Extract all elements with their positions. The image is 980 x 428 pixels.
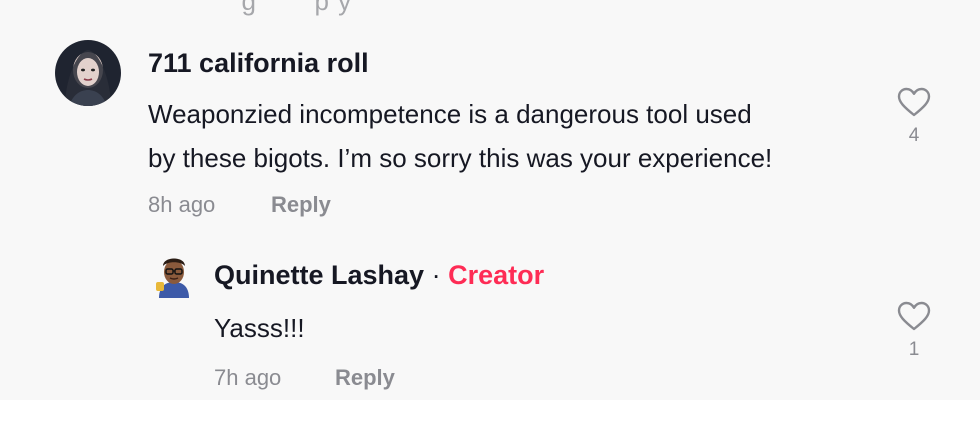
separator-dot: · <box>431 260 441 290</box>
reply-item: Quinette Lashay · Creator Yasss!!! 7h ag… <box>0 240 980 400</box>
like-count: 4 <box>908 125 920 146</box>
comments-panel: g p y 711 california roll Weaponzied inc… <box>0 0 980 400</box>
reply-text: Yasss!!! <box>214 313 305 343</box>
creator-badge: Creator <box>448 260 545 290</box>
like-button[interactable]: 1 <box>894 300 934 361</box>
like-button[interactable]: 4 <box>894 86 934 147</box>
comment-text-line-1: Weaponzied incompetence is a dangerous t… <box>148 99 752 129</box>
creator-avatar[interactable] <box>153 252 195 298</box>
comment-username[interactable]: 711 california roll <box>148 48 369 79</box>
reply-button[interactable]: Reply <box>271 192 331 218</box>
heart-icon <box>896 87 932 122</box>
reply-username[interactable]: Quinette Lashay <box>214 260 424 290</box>
bottom-strip <box>0 400 980 428</box>
user-avatar[interactable] <box>55 40 121 106</box>
reply-timestamp: 7h ago <box>214 365 282 390</box>
heart-icon <box>896 301 932 336</box>
like-count: 1 <box>908 339 920 360</box>
comment-text-line-2: by these bigots. I’m so sorry this was y… <box>148 143 773 173</box>
reply-username-row: Quinette Lashay · Creator <box>214 260 544 291</box>
comment-timestamp: 8h ago <box>148 192 216 217</box>
comment-item: 711 california roll Weaponzied incompete… <box>0 0 980 240</box>
reply-button[interactable]: Reply <box>335 365 395 391</box>
